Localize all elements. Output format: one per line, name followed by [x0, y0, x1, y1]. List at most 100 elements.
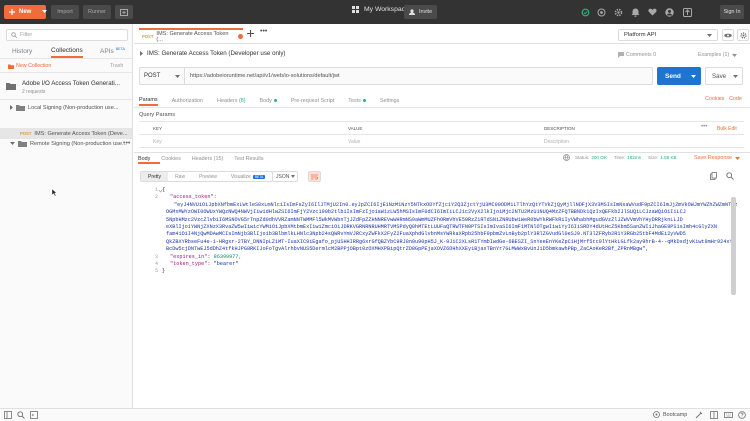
new-button[interactable]: New — [4, 5, 48, 19]
settings-icon[interactable] — [611, 5, 625, 19]
column-key: KEY — [153, 126, 163, 131]
visualize-button[interactable]: Visualize BETA — [224, 172, 273, 181]
tab-history[interactable]: History — [12, 44, 32, 58]
headers-count: (8) — [238, 97, 246, 104]
bulk-edit-link[interactable]: Bulk Edit — [717, 126, 737, 132]
format-type-select[interactable]: JSON — [272, 171, 298, 182]
comments-button[interactable]: Comments 0 — [618, 52, 656, 58]
response-body-viewer[interactable]: 1 2 3 4 5 { "access_token": "eyJ4NVUiOiJ… — [138, 187, 738, 397]
scrollbar-thumb[interactable] — [731, 197, 736, 295]
bootcamp-label: Bootcamp — [663, 411, 688, 418]
chevron-down-icon[interactable] — [42, 10, 48, 14]
new-window-button[interactable] — [115, 5, 133, 19]
status-value[interactable]: 200 OK — [591, 155, 607, 160]
size-value[interactable]: 1.88 KB — [660, 155, 676, 160]
tab-body[interactable]: Body — [260, 95, 277, 106]
quick-look-button[interactable] — [722, 29, 734, 41]
sign-in-button[interactable]: Sign In — [720, 5, 744, 19]
invite-button[interactable]: Invite — [404, 5, 437, 19]
chevron-down-icon[interactable] — [691, 74, 696, 78]
visualize-label: Visualize — [230, 173, 251, 180]
line-number — [138, 224, 158, 231]
runner-button[interactable]: Runner — [83, 5, 111, 19]
chevron-down-icon[interactable] — [733, 74, 738, 78]
json-line-expires-in: "expires_in": 86399977, — [162, 254, 737, 261]
folder-remote-signing[interactable]: Remote Signing (Non-production use... — [10, 140, 127, 147]
tab-headers[interactable]: Headers (8) — [217, 95, 245, 106]
save-button[interactable]: Save — [705, 67, 743, 85]
toggle-sidebar-icon[interactable] — [4, 411, 12, 419]
format-type-label: JSON — [276, 173, 290, 180]
method-label: POST — [144, 73, 161, 79]
time-value[interactable]: 182ms — [627, 155, 641, 160]
request-label: IMS: Generate Access Token (Deve... — [34, 130, 128, 137]
raw-button[interactable]: Raw — [168, 172, 192, 181]
build-view-icon[interactable] — [695, 411, 703, 419]
save-response-button[interactable]: Save Response — [694, 155, 741, 161]
description-input[interactable]: Description — [544, 139, 569, 145]
more-tabs-icon[interactable]: ••• — [260, 28, 267, 35]
heart-icon[interactable] — [645, 5, 659, 19]
upgrade-icon[interactable] — [680, 5, 694, 19]
tab-tests[interactable]: Tests — [348, 95, 366, 106]
copy-icon[interactable] — [710, 172, 717, 180]
tab-response-headers[interactable]: Headers (15) — [192, 153, 223, 165]
code-link[interactable]: Code — [729, 96, 742, 102]
line-number: 2 — [154, 194, 158, 201]
collection-subtitle: 2 requests — [22, 89, 46, 95]
method-select[interactable]: POST — [139, 67, 185, 85]
value-input[interactable]: Value — [348, 139, 360, 145]
tab-settings[interactable]: Settings — [380, 95, 399, 106]
tab-prerequest-script[interactable]: Pre-request Script — [291, 95, 334, 106]
more-options-icon[interactable]: ••• — [701, 124, 707, 130]
tab-response-headers-label: Headers (15) — [191, 155, 224, 162]
keyboard-shortcuts-icon[interactable] — [724, 411, 733, 419]
find-replace-icon[interactable] — [17, 411, 25, 419]
examples-dropdown[interactable]: Examples (1) — [698, 52, 738, 58]
filter-input[interactable]: Filter — [6, 29, 128, 41]
bootcamp-button[interactable]: Bootcamp — [653, 411, 687, 418]
layout-icon[interactable] — [710, 411, 718, 419]
sync-icon[interactable] — [578, 5, 592, 19]
tab-authorization[interactable]: Authorization — [172, 95, 203, 106]
folder-icon — [16, 104, 25, 111]
json-string-line: fam4iOiI4NjQwMDAwMCIsImNjb3BlIjoib3Blbml… — [166, 231, 686, 238]
import-button[interactable]: Import — [51, 5, 79, 19]
wrap-lines-button[interactable] — [308, 171, 321, 182]
folder-local-signing[interactable]: Local Signing (Non-production use... — [10, 104, 119, 111]
capture-requests-icon[interactable] — [594, 5, 608, 19]
search-icon[interactable] — [726, 172, 734, 180]
trash-link[interactable]: Trash — [110, 63, 123, 69]
cookies-link[interactable]: Cookies — [705, 96, 724, 102]
tab-response-cookies[interactable]: Cookies — [161, 153, 180, 165]
json-string-line: OGMxMWYzOWI0OWUxYWQzNWQ4NWVjIiwidHlwZSI6… — [166, 209, 686, 216]
line-number — [138, 246, 158, 253]
new-collection-button[interactable]: New Collection — [8, 63, 51, 69]
tab-request[interactable]: POST IMS: Generate Access Token (... — [139, 28, 243, 43]
more-options-icon[interactable]: ••• — [123, 140, 130, 147]
url-input[interactable]: https://adobeioruntime.net/api/v1/web/io… — [185, 67, 653, 85]
manage-environments-button[interactable] — [737, 29, 749, 41]
request-title[interactable]: IMS: Generate Access Token (Developer us… — [140, 50, 285, 57]
body-indicator-dot — [273, 99, 277, 102]
line-number — [138, 231, 158, 238]
tab-collections[interactable]: Collections — [51, 44, 83, 58]
pretty-button[interactable]: Pretty — [141, 172, 169, 181]
user-avatar-icon[interactable] — [662, 5, 676, 19]
time-label: Time: — [613, 155, 626, 160]
help-icon[interactable] — [738, 411, 746, 419]
console-icon[interactable] — [30, 411, 38, 419]
collection-title[interactable]: Adobe I/O Access Token Generati... — [22, 80, 120, 87]
tab-test-results[interactable]: Test Results — [234, 153, 263, 165]
tab-params[interactable]: Params — [139, 95, 158, 106]
notifications-icon[interactable] — [628, 5, 642, 19]
preview-button[interactable]: Preview — [192, 172, 224, 181]
key-input[interactable]: Key — [153, 139, 162, 145]
sidebar-request-item[interactable]: POST IMS: Generate Access Token (Deve... — [0, 128, 132, 139]
environment-selector[interactable]: Platform API — [618, 29, 718, 41]
raw-label: Raw — [175, 173, 186, 180]
tab-apis[interactable]: APIs BETA — [100, 44, 125, 58]
add-tab-icon[interactable] — [247, 30, 254, 37]
code-scrollbar[interactable] — [731, 187, 736, 327]
send-button[interactable]: Send — [657, 67, 701, 85]
